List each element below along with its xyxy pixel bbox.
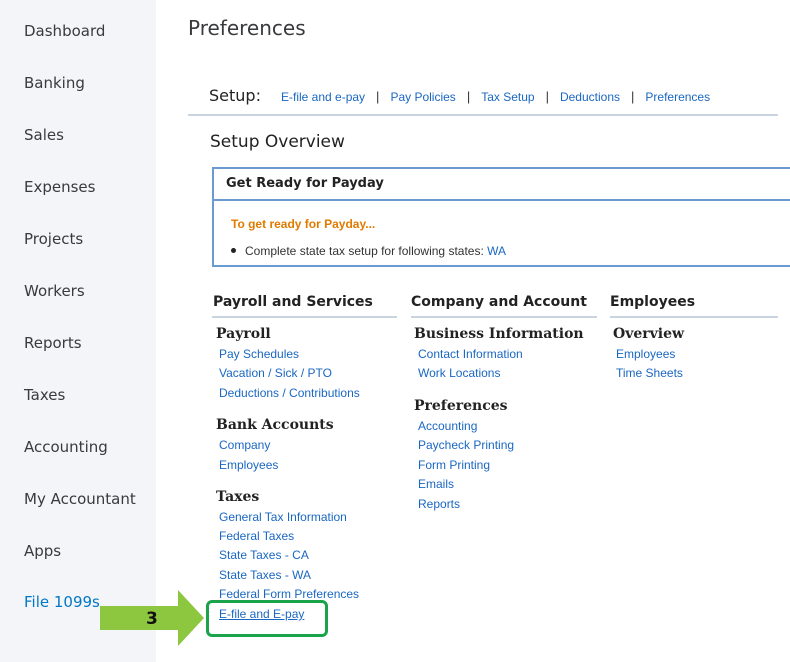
link-general-tax-information[interactable]: General Tax Information: [219, 510, 347, 524]
section-overview: Overview: [613, 326, 685, 342]
setup-separator: |: [631, 89, 635, 104]
state-wa-link[interactable]: WA: [487, 244, 506, 258]
section-bank-accounts: Bank Accounts: [216, 417, 334, 433]
link-emails[interactable]: Emails: [418, 477, 454, 491]
nav-taxes[interactable]: Taxes: [24, 386, 65, 404]
bullet-icon: [231, 248, 236, 254]
get-ready-heading: Get Ready for Payday: [214, 169, 790, 201]
setup-link-deductions[interactable]: Deductions: [560, 90, 620, 104]
link-federal-form-preferences[interactable]: Federal Form Preferences: [219, 587, 359, 601]
setup-separator: |: [545, 89, 549, 104]
nav-accounting[interactable]: Accounting: [24, 438, 108, 456]
link-pref-accounting[interactable]: Accounting: [418, 419, 477, 433]
get-ready-box: Get Ready for Payday To get ready for Pa…: [212, 167, 790, 267]
link-pay-schedules[interactable]: Pay Schedules: [219, 347, 299, 361]
setup-link-efile-epay[interactable]: E-file and e-pay: [281, 90, 365, 104]
section-taxes: Taxes: [216, 489, 260, 505]
get-ready-item-text: Complete state tax setup for following s…: [245, 244, 488, 258]
column-heading-company-account: Company and Account: [411, 294, 587, 310]
step-number: 3: [146, 609, 158, 629]
column-divider: [610, 316, 778, 318]
link-bank-employees[interactable]: Employees: [219, 458, 278, 472]
get-ready-item: Complete state tax setup for following s…: [231, 244, 506, 258]
nav-expenses[interactable]: Expenses: [24, 178, 95, 196]
nav-file-1099s[interactable]: File 1099s: [24, 593, 100, 611]
nav-projects[interactable]: Projects: [24, 230, 83, 248]
nav-dashboard[interactable]: Dashboard: [24, 22, 105, 40]
get-ready-subtitle: To get ready for Payday...: [231, 217, 376, 231]
page-title: Preferences: [188, 16, 306, 40]
link-pref-reports[interactable]: Reports: [418, 497, 460, 511]
link-overview-employees[interactable]: Employees: [616, 347, 675, 361]
nav-reports[interactable]: Reports: [24, 334, 82, 352]
column-heading-employees: Employees: [610, 294, 696, 310]
setup-link-pay-policies[interactable]: Pay Policies: [390, 90, 455, 104]
nav-my-accountant[interactable]: My Accountant: [24, 490, 136, 508]
column-heading-payroll-services: Payroll and Services: [213, 294, 373, 310]
link-contact-information[interactable]: Contact Information: [418, 347, 523, 361]
link-form-printing[interactable]: Form Printing: [418, 458, 490, 472]
link-vacation-sick-pto[interactable]: Vacation / Sick / PTO: [219, 366, 332, 380]
section-payroll: Payroll: [216, 326, 271, 342]
highlight-box: [206, 600, 328, 637]
setup-bar: Setup: E-file and e-pay | Pay Policies | Tax…: [188, 84, 778, 116]
setup-link-tax-setup[interactable]: Tax Setup: [481, 90, 534, 104]
column-divider: [212, 316, 397, 318]
section-business-information: Business Information: [414, 326, 584, 342]
section-preferences: Preferences: [414, 398, 508, 414]
setup-separator: |: [466, 89, 471, 104]
nav-banking[interactable]: Banking: [24, 74, 85, 92]
setup-link-preferences[interactable]: Preferences: [645, 90, 710, 104]
link-federal-taxes[interactable]: Federal Taxes: [219, 529, 294, 543]
link-state-taxes-ca[interactable]: State Taxes - CA: [219, 548, 309, 562]
setup-overview-title: Setup Overview: [210, 132, 345, 152]
setup-separator: |: [376, 89, 380, 104]
link-work-locations[interactable]: Work Locations: [418, 366, 500, 380]
nav-apps[interactable]: Apps: [24, 542, 61, 560]
setup-label: Setup:: [209, 86, 261, 105]
link-time-sheets[interactable]: Time Sheets: [616, 366, 683, 380]
link-paycheck-printing[interactable]: Paycheck Printing: [418, 438, 514, 452]
nav-sales[interactable]: Sales: [24, 126, 64, 144]
link-bank-company[interactable]: Company: [219, 438, 270, 452]
link-state-taxes-wa[interactable]: State Taxes - WA: [219, 568, 311, 582]
link-deductions-contributions[interactable]: Deductions / Contributions: [219, 386, 360, 400]
nav-workers[interactable]: Workers: [24, 282, 85, 300]
column-divider: [411, 316, 597, 318]
left-nav-sidebar: Dashboard Banking Sales Expenses Project…: [0, 0, 156, 662]
setup-links: E-file and e-pay | Pay Policies | Tax Setup |…: [281, 89, 710, 104]
